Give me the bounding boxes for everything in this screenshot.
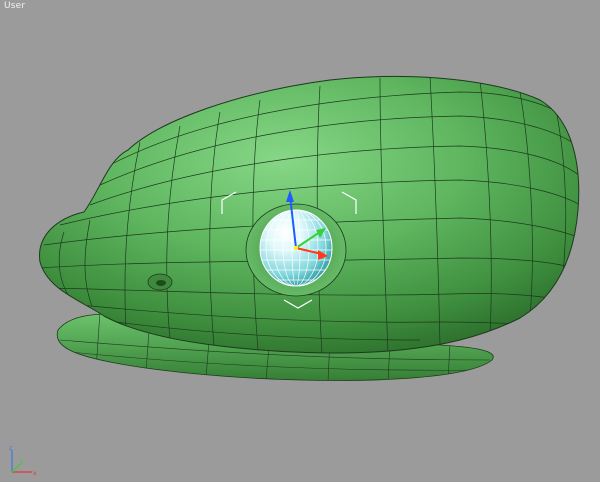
gizmo-center-handle[interactable] bbox=[294, 246, 298, 250]
perspective-viewport[interactable]: User z x y bbox=[0, 0, 600, 482]
scene-canvas[interactable] bbox=[0, 0, 600, 482]
svg-text:z: z bbox=[9, 445, 12, 452]
svg-text:y: y bbox=[20, 458, 24, 465]
nostril bbox=[147, 273, 173, 291]
axis-tripod-icon: z x y bbox=[9, 445, 37, 477]
svg-text:x: x bbox=[33, 470, 37, 477]
